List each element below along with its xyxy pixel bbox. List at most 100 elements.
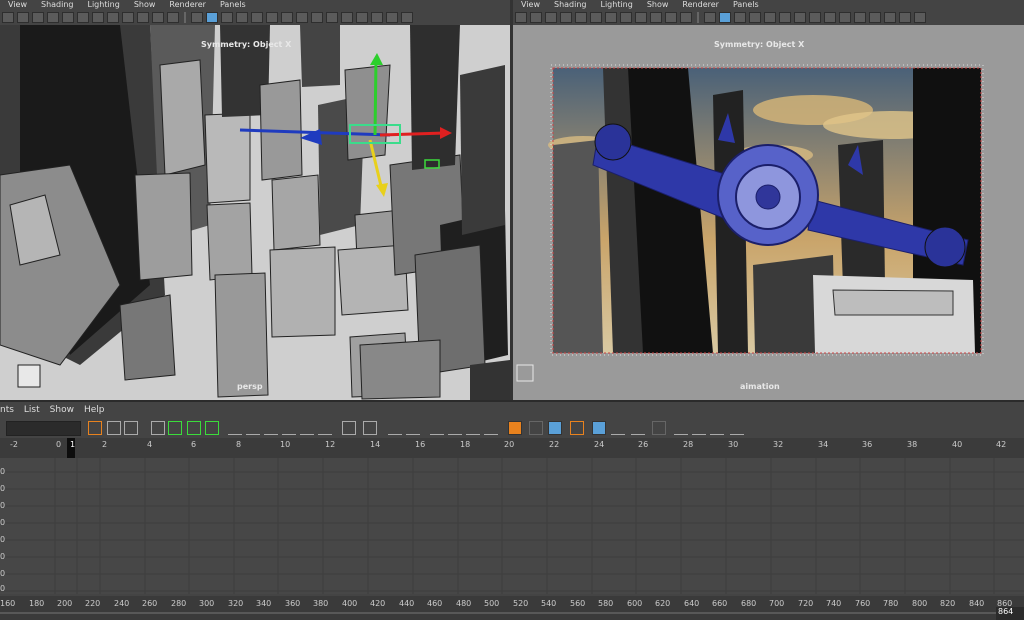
frame-playback-icon[interactable] bbox=[124, 421, 138, 435]
exposure-icon[interactable] bbox=[899, 11, 911, 23]
isolate-select-icon[interactable] bbox=[341, 11, 353, 23]
absolute-view-icon[interactable] bbox=[611, 421, 625, 435]
normalize-icon[interactable] bbox=[205, 421, 219, 435]
left-viewport[interactable]: View Shading Lighting Show Renderer Pane… bbox=[0, 0, 510, 400]
tangent-plateau-icon[interactable] bbox=[342, 421, 356, 435]
exposure-icon[interactable] bbox=[386, 11, 398, 23]
motion-blur-icon[interactable] bbox=[311, 11, 323, 23]
ambient-occlusion-icon[interactable] bbox=[296, 11, 308, 23]
menu-renderer[interactable]: Renderer bbox=[682, 0, 719, 9]
ambient-occlusion-icon[interactable] bbox=[809, 11, 821, 23]
textured-icon[interactable] bbox=[764, 11, 776, 23]
isolate-select-icon[interactable] bbox=[854, 11, 866, 23]
menu-lighting[interactable]: Lighting bbox=[87, 0, 119, 9]
menu-panels[interactable]: Panels bbox=[733, 0, 759, 9]
gamma-icon[interactable] bbox=[401, 11, 413, 23]
tangent-step-icon[interactable] bbox=[318, 421, 332, 435]
free-tangent-weight-icon[interactable] bbox=[430, 421, 444, 435]
retime-tool-icon[interactable] bbox=[548, 421, 562, 435]
camera-attr-icon[interactable] bbox=[62, 11, 74, 23]
grid-icon[interactable] bbox=[77, 11, 89, 23]
lock-tangent-weight-icon[interactable] bbox=[448, 421, 462, 435]
antialias-icon[interactable] bbox=[839, 11, 851, 23]
curve-filter-icon[interactable] bbox=[710, 421, 724, 435]
frame-all-icon[interactable] bbox=[88, 421, 102, 435]
tangent-linear-icon[interactable] bbox=[282, 421, 296, 435]
film-gate-icon[interactable] bbox=[605, 11, 617, 23]
perspective-view[interactable] bbox=[0, 25, 510, 400]
shadows-icon[interactable] bbox=[281, 11, 293, 23]
textured-icon[interactable] bbox=[251, 11, 263, 23]
break-tangents-icon[interactable] bbox=[388, 421, 402, 435]
time-snap-icon[interactable] bbox=[508, 421, 522, 435]
hud-icon[interactable] bbox=[884, 11, 896, 23]
xray-joints-icon[interactable] bbox=[869, 11, 881, 23]
menu-renderer[interactable]: Renderer bbox=[169, 0, 206, 9]
xray-joints-icon[interactable] bbox=[356, 11, 368, 23]
hud-icon[interactable] bbox=[371, 11, 383, 23]
tangent-flat-icon[interactable] bbox=[300, 421, 314, 435]
safe-title-icon[interactable] bbox=[167, 11, 179, 23]
time-slider[interactable]: 160 180 200 220 240 260 280 300 320 340 … bbox=[0, 596, 1024, 620]
menu-list[interactable]: List bbox=[24, 402, 40, 418]
buffer-curve-icon[interactable] bbox=[363, 421, 377, 435]
stacked-view-icon[interactable] bbox=[592, 421, 606, 435]
menu-help[interactable]: Help bbox=[84, 402, 105, 418]
menu-show[interactable]: Show bbox=[134, 0, 156, 9]
normalized-view-icon[interactable] bbox=[631, 421, 645, 435]
safe-action-icon[interactable] bbox=[152, 11, 164, 23]
menu-shading[interactable]: Shading bbox=[554, 0, 587, 9]
field-chart-icon[interactable] bbox=[650, 11, 662, 23]
graph-area[interactable]: 0 0 0 0 0 0 0 0 bbox=[0, 458, 1024, 594]
value-snap-icon[interactable] bbox=[529, 421, 543, 435]
gate-mask-icon[interactable] bbox=[122, 11, 134, 23]
image-plane-icon[interactable] bbox=[560, 11, 572, 23]
frame-selection-icon[interactable] bbox=[107, 421, 121, 435]
smooth-shade-icon[interactable] bbox=[719, 11, 731, 23]
camera-lock-icon[interactable] bbox=[530, 11, 542, 23]
tangent-auto-icon[interactable] bbox=[228, 421, 242, 435]
tangent-spline-icon[interactable] bbox=[246, 421, 260, 435]
gate-mask-icon[interactable] bbox=[635, 11, 647, 23]
film-gate-icon[interactable] bbox=[92, 11, 104, 23]
trax-editor-icon[interactable] bbox=[692, 421, 706, 435]
tangent-clamped-icon[interactable] bbox=[264, 421, 278, 435]
lights-icon[interactable] bbox=[266, 11, 278, 23]
right-viewport[interactable]: View Shading Lighting Show Renderer Pane… bbox=[513, 0, 1024, 400]
menu-view[interactable]: View bbox=[521, 0, 540, 9]
motion-blur-icon[interactable] bbox=[824, 11, 836, 23]
resample-icon[interactable] bbox=[730, 421, 744, 435]
xray-icon[interactable] bbox=[749, 11, 761, 23]
shadows-icon[interactable] bbox=[794, 11, 806, 23]
dope-sheet-icon[interactable] bbox=[674, 421, 688, 435]
antialias-icon[interactable] bbox=[326, 11, 338, 23]
image-plane-icon[interactable] bbox=[47, 11, 59, 23]
snap-times-icon[interactable] bbox=[168, 421, 182, 435]
search-input[interactable] bbox=[6, 421, 81, 436]
bookmark-icon[interactable] bbox=[32, 11, 44, 23]
auto-load-icon[interactable] bbox=[466, 421, 480, 435]
safe-action-icon[interactable] bbox=[665, 11, 677, 23]
menu-panels[interactable]: Panels bbox=[220, 0, 246, 9]
wireframe-icon[interactable] bbox=[191, 11, 203, 23]
current-time-field[interactable]: 864 bbox=[996, 607, 1024, 620]
unify-tangents-icon[interactable] bbox=[406, 421, 420, 435]
resolution-gate-icon[interactable] bbox=[620, 11, 632, 23]
camera-select-icon[interactable] bbox=[2, 11, 14, 23]
smooth-shade-icon[interactable] bbox=[206, 11, 218, 23]
wireframe-on-shaded-icon[interactable] bbox=[734, 11, 746, 23]
wireframe-icon[interactable] bbox=[704, 11, 716, 23]
xray-icon[interactable] bbox=[236, 11, 248, 23]
menu-shading[interactable]: Shading bbox=[41, 0, 74, 9]
camera-lock-icon[interactable] bbox=[17, 11, 29, 23]
pin-icon[interactable] bbox=[652, 421, 666, 435]
snap-values-icon[interactable] bbox=[187, 421, 201, 435]
menu-show[interactable]: Show bbox=[647, 0, 669, 9]
bookmark-icon[interactable] bbox=[545, 11, 557, 23]
resolution-gate-icon[interactable] bbox=[107, 11, 119, 23]
key-stats-icon[interactable] bbox=[151, 421, 165, 435]
curve-preview-icon[interactable] bbox=[570, 421, 584, 435]
menu-keys[interactable]: nts bbox=[0, 402, 14, 418]
camera-attr-icon[interactable] bbox=[575, 11, 587, 23]
wireframe-on-shaded-icon[interactable] bbox=[221, 11, 233, 23]
